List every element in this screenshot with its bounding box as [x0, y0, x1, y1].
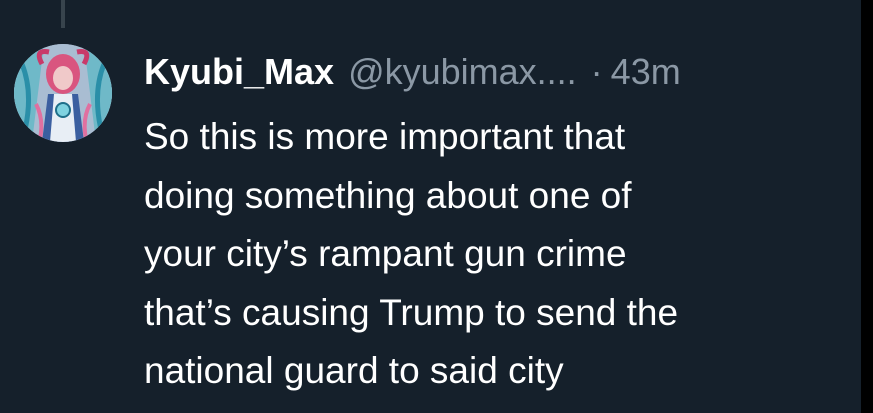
tweet-text-line: national guard to said city: [144, 350, 564, 391]
tweet-text-line: doing something about one of: [144, 174, 632, 216]
tweet-text-line: So this is more important that: [144, 116, 626, 157]
tweet-text-line: that’s causing Trump to send the: [144, 291, 679, 333]
tweet-container: Kyubi_Max @kyubimax.... · 43m So this is…: [0, 0, 861, 413]
thread-connector-line: [61, 0, 65, 28]
author-handle[interactable]: @kyubimax....: [348, 44, 577, 100]
tweet-text-line: your city’s rampant gun crime: [144, 233, 627, 274]
tweet-text: So this is more important that doing som…: [144, 108, 844, 401]
window-edge: [861, 0, 873, 413]
avatar[interactable]: [14, 44, 112, 142]
header-separator: ·: [590, 51, 603, 92]
tweet-header: Kyubi_Max @kyubimax.... · 43m: [144, 44, 681, 100]
author-name[interactable]: Kyubi_Max: [144, 44, 334, 100]
timestamp[interactable]: 43m: [611, 44, 681, 100]
avatar-image: [14, 44, 112, 142]
